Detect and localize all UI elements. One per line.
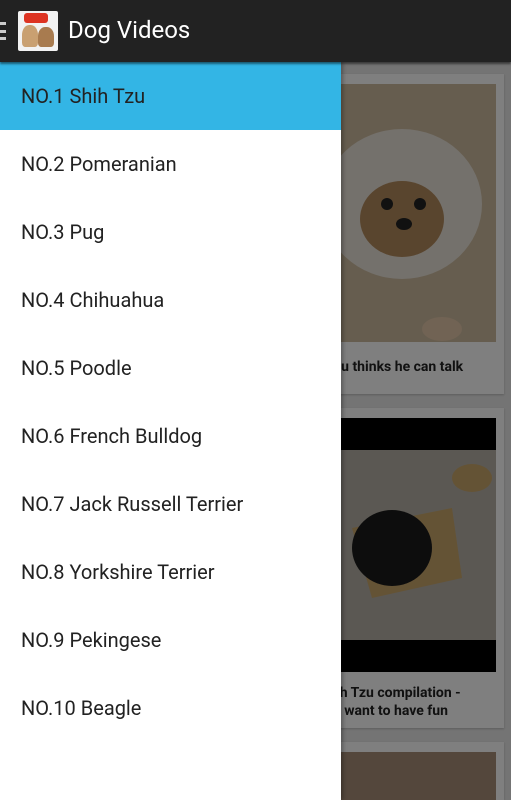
drawer-item-label: NO.5 Poodle	[21, 356, 132, 380]
drawer-toggle-icon[interactable]	[0, 22, 6, 40]
navigation-drawer: NO.1 Shih Tzu NO.2 Pomeranian NO.3 Pug N…	[0, 62, 341, 800]
drawer-item-label: NO.10 Beagle	[21, 696, 142, 720]
drawer-item-pomeranian[interactable]: NO.2 Pomeranian	[0, 130, 341, 198]
drawer-item-jack-russell-terrier[interactable]: NO.7 Jack Russell Terrier	[0, 470, 341, 538]
action-bar: Dog Videos	[0, 0, 511, 62]
drawer-item-shih-tzu[interactable]: NO.1 Shih Tzu	[0, 62, 341, 130]
drawer-item-chihuahua[interactable]: NO.4 Chihuahua	[0, 266, 341, 334]
drawer-item-yorkshire-terrier[interactable]: NO.8 Yorkshire Terrier	[0, 538, 341, 606]
drawer-item-label: NO.4 Chihuahua	[21, 288, 165, 312]
drawer-item-label: NO.9 Pekingese	[21, 628, 162, 652]
drawer-item-french-bulldog[interactable]: NO.6 French Bulldog	[0, 402, 341, 470]
app-logo-icon[interactable]	[18, 11, 58, 51]
drawer-item-label: NO.1 Shih Tzu	[21, 84, 146, 108]
drawer-item-pekingese[interactable]: NO.9 Pekingese	[0, 606, 341, 674]
drawer-item-label: NO.3 Pug	[21, 220, 105, 244]
app-title: Dog Videos	[68, 16, 191, 44]
drawer-item-label: NO.8 Yorkshire Terrier	[21, 560, 215, 584]
drawer-item-label: NO.6 French Bulldog	[21, 424, 203, 448]
drawer-item-poodle[interactable]: NO.5 Poodle	[0, 334, 341, 402]
drawer-item-beagle[interactable]: NO.10 Beagle	[0, 674, 341, 742]
drawer-item-pug[interactable]: NO.3 Pug	[0, 198, 341, 266]
drawer-item-label: NO.2 Pomeranian	[21, 152, 177, 176]
drawer-item-label: NO.7 Jack Russell Terrier	[21, 492, 244, 516]
